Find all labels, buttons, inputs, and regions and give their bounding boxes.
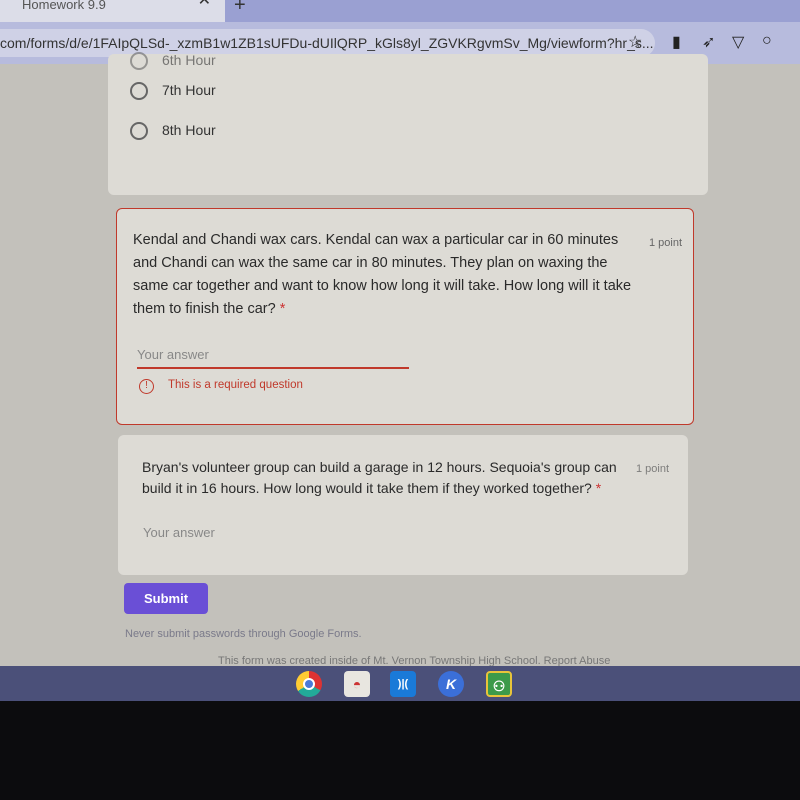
chrome-web-store-icon[interactable]: ◓	[344, 671, 370, 697]
points-label: 1 point	[649, 237, 683, 249]
new-tab-icon[interactable]: +	[234, 0, 246, 17]
previous-question-card: 6th Hour 7th Hour 8th Hour	[108, 52, 708, 195]
extension-shield-icon[interactable]: ▽	[732, 32, 744, 52]
os-shelf: ◓ )|( K ⚇	[0, 666, 800, 701]
radio-icon[interactable]	[130, 52, 148, 71]
error-icon: !	[139, 379, 154, 394]
submit-button[interactable]: Submit	[124, 583, 208, 614]
question-card-kendal: Kendal and Chandi wax cars. Kendal can w…	[116, 208, 694, 425]
cast-app-icon[interactable]: )|(	[390, 671, 416, 697]
google-classroom-icon[interactable]: ⚇	[486, 671, 512, 697]
option-6th-hour[interactable]: 6th Hour	[130, 52, 216, 71]
question-text: Kendal and Chandi wax cars. Kendal can w…	[133, 232, 632, 317]
question-text: Bryan's volunteer group can build a gara…	[142, 459, 617, 496]
points-label: 1 point	[636, 463, 670, 475]
extension-circle-icon[interactable]: ○	[762, 32, 772, 50]
url-text: com/forms/d/e/1FAIpQLSd-_xzmB1w1ZB1sUFDu…	[0, 35, 654, 51]
tab-bar: Homework 9.9 ✕ +	[0, 0, 800, 22]
tab-homework[interactable]: Homework 9.9 ✕	[0, 0, 225, 22]
option-7th-hour[interactable]: 7th Hour	[130, 82, 216, 101]
option-8th-hour[interactable]: 8th Hour	[130, 122, 216, 141]
error-message: ! This is a required question	[139, 379, 303, 394]
option-label: 6th Hour	[162, 52, 216, 68]
form-page: 6th Hour 7th Hour 8th Hour Kendal and Ch…	[0, 52, 800, 667]
option-label: 8th Hour	[162, 122, 216, 138]
radio-icon[interactable]	[130, 82, 148, 101]
answer-input[interactable]: Your answer	[137, 347, 409, 369]
option-label: 7th Hour	[162, 82, 216, 98]
tab-title: Homework 9.9	[22, 0, 106, 12]
bookmark-star-icon[interactable]: ☆	[628, 29, 642, 57]
extension-calculator-icon[interactable]: ▮	[672, 32, 681, 52]
kami-app-icon[interactable]: K	[438, 671, 464, 697]
close-tab-icon[interactable]: ✕	[198, 0, 211, 9]
answer-input[interactable]: Your answer	[143, 525, 403, 540]
question-card-bryan: Bryan's volunteer group can build a gara…	[118, 435, 688, 575]
extension-rocket-icon[interactable]: ➶	[702, 32, 715, 52]
url-field[interactable]: com/forms/d/e/1FAIpQLSd-_xzmB1w1ZB1sUFDu…	[0, 29, 655, 57]
chrome-app-icon[interactable]	[296, 671, 322, 697]
password-warning: Never submit passwords through Google Fo…	[125, 628, 362, 640]
radio-icon[interactable]	[130, 122, 148, 141]
